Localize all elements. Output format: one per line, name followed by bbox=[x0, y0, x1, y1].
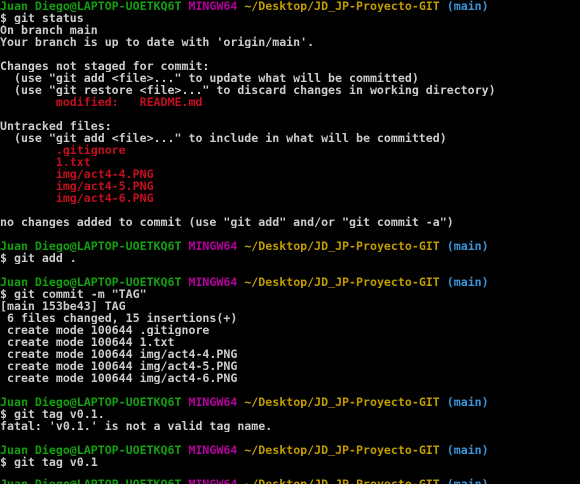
prompt-branch: (main) bbox=[446, 477, 489, 484]
output-line: create mode 100644 img/act4-5.PNG bbox=[0, 360, 238, 372]
untracked-file-line: img/act4-6.PNG bbox=[0, 192, 154, 204]
prompt-user: Juan Diego@LAPTOP-UOETKQ6T bbox=[0, 240, 182, 252]
output-line: create mode 100644 .gitignore bbox=[0, 324, 210, 336]
output-line: create mode 100644 img/act4-4.PNG bbox=[0, 348, 238, 360]
output-line: 6 files changed, 15 insertions(+) bbox=[0, 312, 238, 324]
prompt-line: Juan Diego@LAPTOP-UOETKQ6T MINGW64 ~/Des… bbox=[0, 0, 580, 12]
prompt-path: ~/Desktop/JD_JP-Proyecto-GIT bbox=[244, 276, 440, 288]
prompt-line: Juan Diego@LAPTOP-UOETKQ6T MINGW64 ~/Des… bbox=[0, 240, 580, 252]
prompt-shell: MINGW64 bbox=[188, 477, 238, 484]
prompt-shell: MINGW64 bbox=[188, 240, 238, 252]
prompt-user: Juan Diego@LAPTOP-UOETKQ6T bbox=[0, 0, 182, 12]
output-line: On branch main bbox=[0, 24, 98, 36]
prompt-path: ~/Desktop/JD_JP-Proyecto-GIT bbox=[244, 396, 440, 408]
command-line: $ git status bbox=[0, 12, 84, 24]
command-line: $ git tag v0.1 bbox=[0, 456, 98, 468]
prompt-line: Juan Diego@LAPTOP-UOETKQ6T MINGW64 ~/Des… bbox=[0, 276, 580, 288]
prompt-line: Juan Diego@LAPTOP-UOETKQ6T MINGW64 ~/Des… bbox=[0, 396, 580, 408]
prompt-path: ~/Desktop/JD_JP-Proyecto-GIT bbox=[244, 477, 440, 484]
output-line: (use "git add <file>..." to include in w… bbox=[0, 132, 447, 144]
prompt-user: Juan Diego@LAPTOP-UOETKQ6T bbox=[0, 477, 182, 484]
untracked-file-line: 1.txt bbox=[0, 156, 91, 168]
prompt-branch: (main) bbox=[446, 444, 489, 456]
output-line: Changes not staged for commit: bbox=[0, 60, 210, 72]
untracked-file-line: .gitignore bbox=[0, 144, 126, 156]
output-line: no changes added to commit (use "git add… bbox=[0, 216, 454, 228]
prompt-user: Juan Diego@LAPTOP-UOETKQ6T bbox=[0, 444, 182, 456]
output-line: [main 153be43] TAG bbox=[0, 300, 126, 312]
output-line: (use "git add <file>..." to update what … bbox=[0, 72, 419, 84]
prompt-branch: (main) bbox=[446, 276, 489, 288]
prompt-path: ~/Desktop/JD_JP-Proyecto-GIT bbox=[244, 240, 440, 252]
output-line: create mode 100644 1.txt bbox=[0, 336, 175, 348]
prompt-branch: (main) bbox=[446, 396, 489, 408]
prompt-path: ~/Desktop/JD_JP-Proyecto-GIT bbox=[244, 444, 440, 456]
command-line: $ git commit -m "TAG" bbox=[0, 288, 147, 300]
prompt-user: Juan Diego@LAPTOP-UOETKQ6T bbox=[0, 276, 182, 288]
terminal-window[interactable]: Juan Diego@LAPTOP-UOETKQ6T MINGW64 ~/Des… bbox=[0, 0, 580, 484]
output-line: (use "git restore <file>..." to discard … bbox=[0, 84, 496, 96]
prompt-user: Juan Diego@LAPTOP-UOETKQ6T bbox=[0, 396, 182, 408]
prompt-branch: (main) bbox=[446, 240, 489, 252]
prompt-shell: MINGW64 bbox=[188, 276, 238, 288]
prompt-line-partial: Juan Diego@LAPTOP-UOETKQ6T MINGW64 ~/Des… bbox=[0, 478, 489, 484]
untracked-file-line: img/act4-4.PNG bbox=[0, 168, 154, 180]
prompt-line: Juan Diego@LAPTOP-UOETKQ6T MINGW64 ~/Des… bbox=[0, 444, 580, 456]
command-line: $ git add . bbox=[0, 252, 77, 264]
prompt-shell: MINGW64 bbox=[188, 396, 238, 408]
prompt-shell: MINGW64 bbox=[188, 0, 238, 12]
prompt-shell: MINGW64 bbox=[188, 444, 238, 456]
prompt-path: ~/Desktop/JD_JP-Proyecto-GIT bbox=[244, 0, 440, 12]
output-line: Your branch is up to date with 'origin/m… bbox=[0, 36, 315, 48]
output-line: Untracked files: bbox=[0, 120, 112, 132]
error-line: fatal: 'v0.1.' is not a valid tag name. bbox=[0, 420, 273, 432]
output-line: create mode 100644 img/act4-6.PNG bbox=[0, 372, 238, 384]
prompt-branch: (main) bbox=[446, 0, 489, 12]
modified-file-line: modified: README.md bbox=[0, 96, 203, 108]
command-line: $ git tag v0.1. bbox=[0, 408, 105, 420]
untracked-file-line: img/act4-5.PNG bbox=[0, 180, 154, 192]
